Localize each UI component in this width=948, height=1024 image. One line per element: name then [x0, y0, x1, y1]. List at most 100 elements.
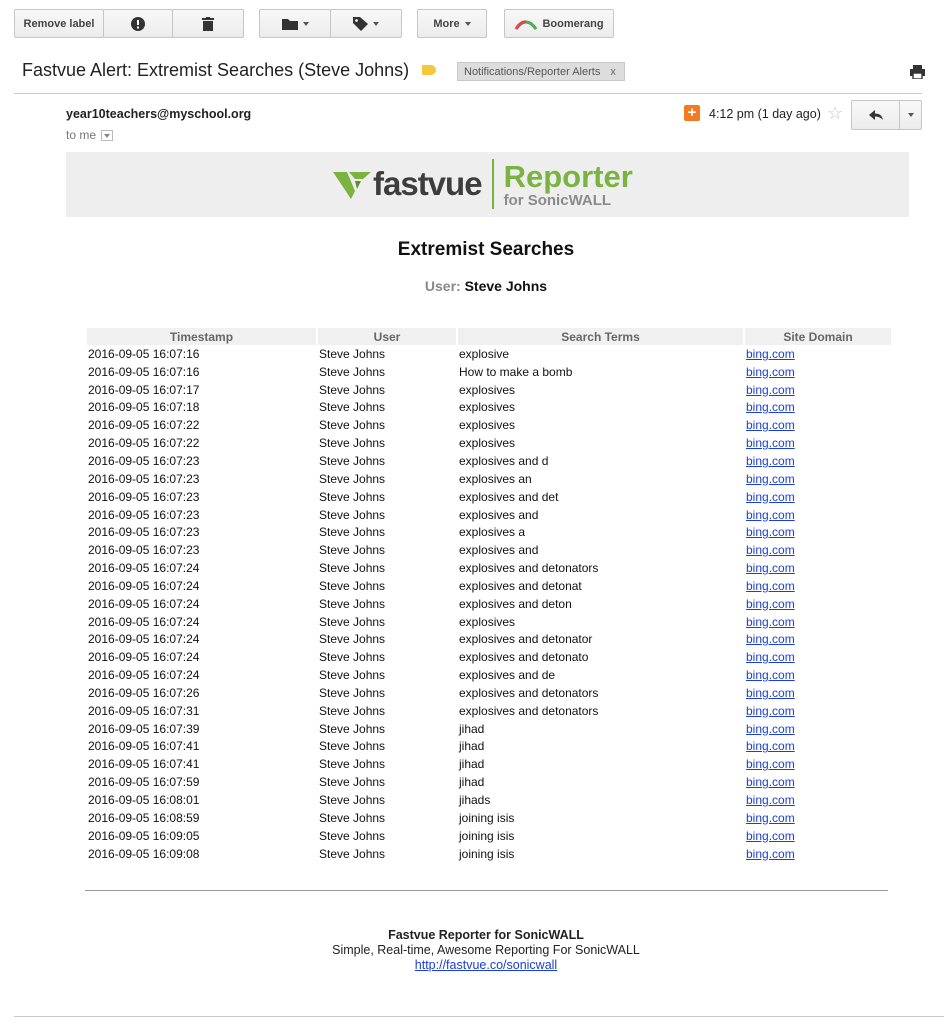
add-plus-icon[interactable]: + — [684, 105, 700, 121]
report-spam-button[interactable] — [103, 9, 173, 38]
cell-search-terms: explosives — [459, 418, 516, 433]
labels-button[interactable] — [330, 9, 402, 38]
table-row: 2016-09-05 16:07:23 Steve Johns explosives… — [87, 488, 891, 506]
cell-timestamp: 2016-09-05 16:07:41 — [88, 739, 200, 754]
site-domain-link[interactable]: bing.com — [746, 365, 795, 379]
cell-timestamp: 2016-09-05 16:07:41 — [88, 757, 200, 772]
reply-button[interactable] — [851, 100, 900, 130]
column-header-timestamp: Timestamp — [87, 328, 316, 345]
cell-user: Steve Johns — [319, 364, 386, 379]
site-domain-link[interactable]: bing.com — [746, 811, 795, 825]
site-domain-link[interactable]: bing.com — [746, 704, 795, 718]
cell-search-terms: jihads — [459, 793, 491, 808]
site-domain-link[interactable]: bing.com — [746, 597, 795, 611]
recipient-text: to me — [66, 128, 97, 142]
site-domain-link[interactable]: bing.com — [746, 615, 795, 629]
boomerang-button[interactable]: Boomerang — [504, 9, 614, 38]
details-dropdown-icon[interactable] — [101, 129, 114, 141]
cell-timestamp: 2016-09-05 16:07:22 — [88, 418, 200, 433]
table-row: 2016-09-05 16:07:16 Steve Johns How to mak… — [87, 363, 891, 381]
site-domain-link[interactable]: bing.com — [746, 668, 795, 682]
table-row: 2016-09-05 16:07:31 Steve Johns explosives… — [87, 702, 891, 720]
site-domain-link[interactable]: bing.com — [746, 490, 795, 504]
site-domain-link[interactable]: bing.com — [746, 347, 795, 361]
cell-timestamp: 2016-09-05 16:07:24 — [88, 650, 200, 665]
site-domain-link[interactable]: bing.com — [746, 525, 795, 539]
cell-site-domain: bing.com — [745, 470, 891, 488]
site-domain-link[interactable]: bing.com — [746, 757, 795, 771]
cell-search-terms: explosives and detonator — [459, 632, 593, 647]
table-row: 2016-09-05 16:07:23 Steve Johns explosives… — [87, 541, 891, 559]
cell-user: Steve Johns — [319, 453, 386, 468]
table-row: 2016-09-05 16:07:24 Steve Johns explosives… — [87, 648, 891, 666]
cell-user: Steve Johns — [319, 775, 386, 790]
site-domain-link[interactable]: bing.com — [746, 508, 795, 522]
table-row: 2016-09-05 16:07:18 Steve Johns explosives… — [87, 399, 891, 417]
cell-search-terms: explosives and detonators — [459, 703, 599, 718]
table-row: 2016-09-05 16:07:59 Steve Johns jihad bing.… — [87, 773, 891, 791]
site-domain-link[interactable]: bing.com — [746, 847, 795, 861]
more-label: More — [433, 17, 460, 30]
cell-search-terms: explosives and detonato — [459, 650, 589, 665]
footer-link[interactable]: http://fastvue.co/sonicwall — [415, 958, 557, 972]
table-row: 2016-09-05 16:07:24 Steve Johns explosives… — [87, 613, 891, 631]
cell-user: Steve Johns — [319, 632, 386, 647]
site-domain-link[interactable]: bing.com — [746, 383, 795, 397]
cell-user: Steve Johns — [319, 346, 386, 361]
cell-site-domain: bing.com — [745, 506, 891, 524]
remove-label-button[interactable]: Remove label — [14, 9, 104, 38]
site-domain-link[interactable]: bing.com — [746, 775, 795, 789]
cell-user: Steve Johns — [319, 382, 386, 397]
site-domain-link[interactable]: bing.com — [746, 739, 795, 753]
remove-label-x[interactable]: x — [610, 66, 616, 78]
important-marker-icon[interactable] — [422, 65, 436, 75]
fastvue-banner: fastvue Reporter for SonicWALL — [66, 152, 909, 217]
site-domain-link[interactable]: bing.com — [746, 632, 795, 646]
site-domain-link[interactable]: bing.com — [746, 686, 795, 700]
site-domain-link[interactable]: bing.com — [746, 472, 795, 486]
cell-user: Steve Johns — [319, 543, 386, 558]
label-chip[interactable]: Notifications/Reporter Alerts x — [457, 62, 625, 81]
table-row: 2016-09-05 16:09:05 Steve Johns joining is… — [87, 827, 891, 845]
cell-timestamp: 2016-09-05 16:07:24 — [88, 578, 200, 593]
cell-search-terms: joining isis — [459, 810, 515, 825]
cell-timestamp: 2016-09-05 16:07:23 — [88, 453, 200, 468]
column-header-search-terms: Search Terms — [458, 328, 743, 345]
table-row: 2016-09-05 16:07:23 Steve Johns explosives… — [87, 452, 891, 470]
more-button[interactable]: More — [417, 9, 487, 38]
footer-product-name: Fastvue Reporter for SonicWALL — [388, 928, 584, 942]
site-domain-link[interactable]: bing.com — [746, 543, 795, 557]
cell-user: Steve Johns — [319, 685, 386, 700]
star-icon[interactable]: ☆ — [827, 103, 843, 124]
site-domain-link[interactable]: bing.com — [746, 436, 795, 450]
site-domain-link[interactable]: bing.com — [746, 454, 795, 468]
column-header-user: User — [318, 328, 456, 345]
site-domain-link[interactable]: bing.com — [746, 561, 795, 575]
cell-user: Steve Johns — [319, 596, 386, 611]
cell-site-domain: bing.com — [745, 702, 891, 720]
site-domain-link[interactable]: bing.com — [746, 722, 795, 736]
move-to-button[interactable] — [259, 9, 331, 38]
cell-search-terms: explosives — [459, 436, 516, 451]
cell-user: Steve Johns — [319, 846, 386, 861]
cell-timestamp: 2016-09-05 16:07:59 — [88, 775, 200, 790]
cell-timestamp: 2016-09-05 16:07:23 — [88, 543, 200, 558]
message-end-divider — [14, 1016, 944, 1017]
reply-more-button[interactable] — [899, 100, 922, 130]
site-domain-link[interactable]: bing.com — [746, 400, 795, 414]
fastvue-logo: fastvue Reporter for SonicWALL — [333, 158, 633, 210]
site-domain-link[interactable]: bing.com — [746, 650, 795, 664]
site-domain-link[interactable]: bing.com — [746, 418, 795, 432]
cell-site-domain: bing.com — [745, 791, 891, 809]
site-domain-link[interactable]: bing.com — [746, 793, 795, 807]
table-row: 2016-09-05 16:07:22 Steve Johns explosives… — [87, 416, 891, 434]
print-icon[interactable] — [910, 65, 925, 79]
cell-site-domain: bing.com — [745, 684, 891, 702]
cell-timestamp: 2016-09-05 16:07:39 — [88, 721, 200, 736]
site-domain-link[interactable]: bing.com — [746, 829, 795, 843]
cell-user: Steve Johns — [319, 668, 386, 683]
site-domain-link[interactable]: bing.com — [746, 579, 795, 593]
delete-button[interactable] — [172, 9, 244, 38]
cell-site-domain: bing.com — [745, 345, 891, 363]
sender-address[interactable]: year10teachers@myschool.org — [66, 107, 251, 121]
